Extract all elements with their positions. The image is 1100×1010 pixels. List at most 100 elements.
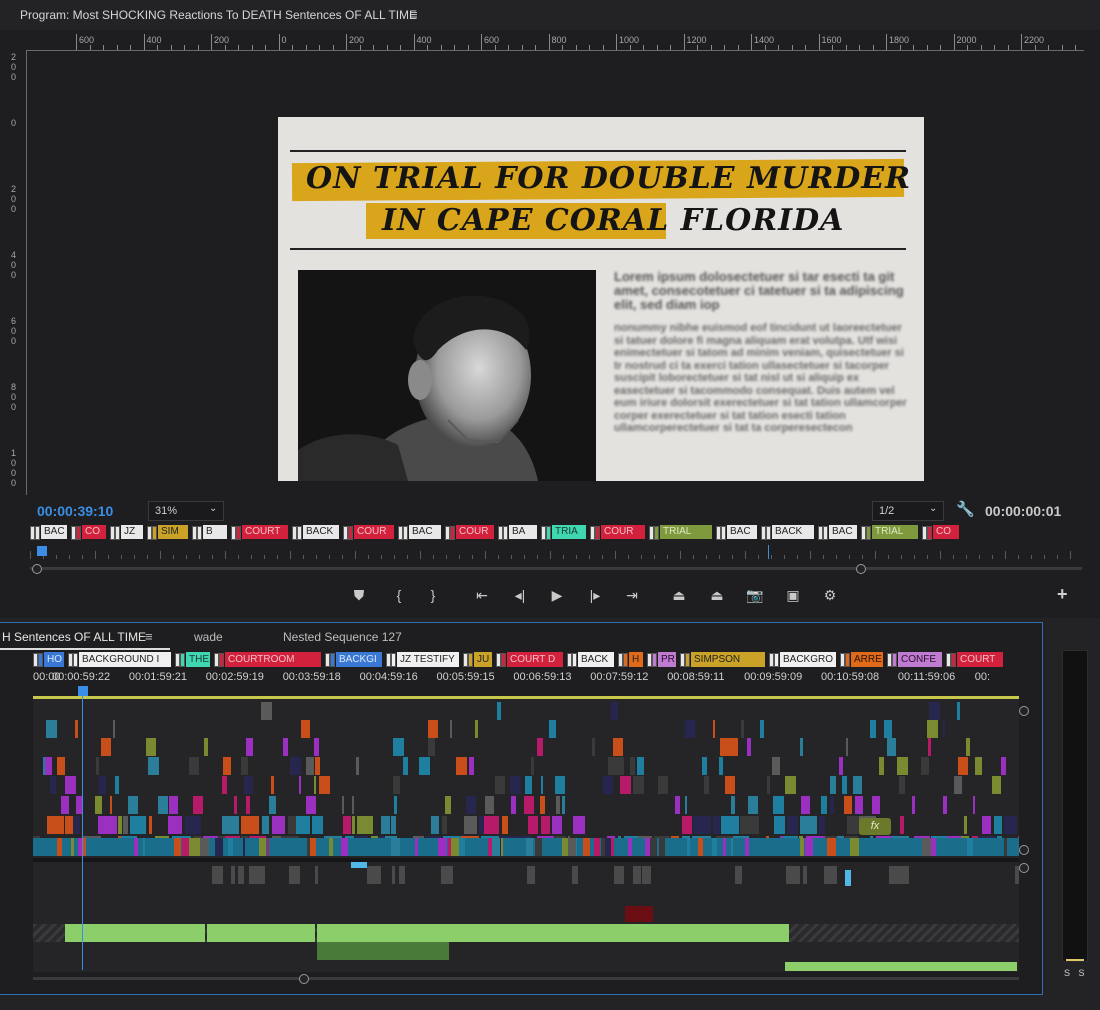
timeline-clip[interactable] [603,776,613,794]
timeline-clip[interactable] [601,838,605,856]
timeline-clip[interactable] [731,796,735,814]
go-to-out-button[interactable]: ⇥ [620,584,644,606]
timeline-clip[interactable] [148,757,159,775]
lift-button[interactable]: ⏏ [667,584,691,606]
timeline-clip[interactable] [243,838,245,856]
audio-clip[interactable] [207,924,315,942]
timeline-clip[interactable] [620,776,631,794]
timeline-clip[interactable] [549,720,556,738]
timeline-clip[interactable] [101,738,111,756]
timeline-clip[interactable] [393,776,400,794]
timeline-clip[interactable] [134,838,138,856]
timeline-clip[interactable] [760,720,764,738]
fx-badge[interactable]: fx [859,818,891,835]
timeline-clip[interactable] [241,816,259,834]
timeline-clip[interactable] [351,862,367,868]
timeline-clip[interactable] [367,866,381,884]
timeline-clip[interactable] [526,838,533,856]
marker-label[interactable]: JZ [121,525,143,539]
timeline-clip[interactable] [269,796,276,814]
timeline-clip[interactable] [658,776,668,794]
timeline-clip[interactable] [943,796,947,814]
timeline-clip[interactable] [415,838,418,856]
timeline-clip[interactable] [659,838,665,856]
timeline-clip[interactable] [897,757,908,775]
scrollbar-handle-right[interactable] [856,564,866,574]
timeline-clip[interactable] [992,776,1001,794]
marker-label[interactable]: COUR [601,525,645,539]
timeline-clip[interactable] [451,838,459,856]
timeline-clip[interactable] [222,816,239,834]
marker-label[interactable]: CO [933,525,959,539]
timeline-clip[interactable] [704,776,709,794]
timeline-clip[interactable] [552,816,562,834]
timeline-clip[interactable] [143,838,145,856]
timeline-clip[interactable] [555,776,565,794]
timeline-clip[interactable] [524,796,534,814]
timeline-clip[interactable] [535,838,542,856]
timeline-clip[interactable] [306,757,314,775]
timeline-clip[interactable] [827,838,836,856]
timeline-clip[interactable] [450,720,452,738]
timeline-clip[interactable] [244,776,253,794]
marker-label[interactable]: COUR [354,525,394,539]
settings-icon[interactable]: ⚙ [818,584,842,606]
go-to-in-button[interactable]: ⇤ [470,584,494,606]
timeline-clip[interactable] [61,796,69,814]
export-frame-icon[interactable]: 📷 [743,584,767,606]
audio-clip[interactable] [65,924,205,942]
timeline-clip[interactable] [75,720,78,738]
timeline-clip[interactable] [204,738,208,756]
timeline-clip[interactable] [329,838,333,856]
timeline-clip[interactable] [357,816,373,834]
marker-label[interactable]: BACKGRO [780,652,836,667]
timeline-clip[interactable] [271,776,274,794]
marker-label[interactable]: BAC [829,525,857,539]
timeline-clip[interactable] [830,776,836,794]
work-area-bar[interactable] [33,696,1019,699]
wrench-icon[interactable]: 🔧 [956,500,975,518]
marker-label[interactable]: PR [658,652,676,667]
timeline-clip[interactable] [625,906,653,922]
timeline-clip[interactable] [748,796,758,814]
timeline-clip[interactable] [928,738,931,756]
timeline-clip[interactable] [288,816,296,834]
marker-label[interactable]: COURT [957,652,1003,667]
timeline-clip[interactable] [805,838,813,856]
timeline-clip[interactable] [47,816,64,834]
timeline-clip[interactable] [957,702,960,720]
timeline-clip[interactable] [315,866,318,884]
timeline-clip[interactable] [485,796,494,814]
timeline-clip[interactable] [319,776,330,794]
timeline-scrollbar[interactable] [33,974,1019,984]
timeline-clip[interactable] [223,757,231,775]
timeline-clip[interactable] [459,838,465,856]
timeline-clip[interactable] [847,816,859,834]
scrollbar-handle-left[interactable] [32,564,42,574]
timeline-clip[interactable] [310,838,316,856]
timeline-clip[interactable] [872,796,880,814]
timeline-clip[interactable] [182,838,189,856]
track-scroll-handle[interactable] [1019,706,1029,716]
timeline-clip[interactable] [57,838,62,856]
timeline-clip[interactable] [650,838,657,856]
timeline-clip[interactable] [403,757,408,775]
timeline-clip[interactable] [231,866,235,884]
timeline-clip[interactable] [394,796,397,814]
timeline-clip[interactable] [185,816,201,834]
timeline-clip[interactable] [747,738,751,756]
timeline-clip[interactable] [290,757,301,775]
timeline-tracks[interactable]: fx [33,696,1019,972]
timeline-clip[interactable] [393,738,404,756]
timeline-clip[interactable] [215,838,223,856]
mark-out-button[interactable]: } [421,584,445,606]
timeline-clip[interactable] [222,776,227,794]
timeline-clip[interactable] [495,776,505,794]
zoom-scrollbar[interactable] [30,564,1082,574]
marker-label[interactable]: TRIA [552,525,586,539]
timeline-clip[interactable] [128,796,138,814]
current-timecode[interactable]: 00:00:39:10 [37,503,113,519]
timeline-clip[interactable] [475,720,478,738]
timeline-clip[interactable] [922,838,931,856]
timeline-clip[interactable] [146,738,156,756]
